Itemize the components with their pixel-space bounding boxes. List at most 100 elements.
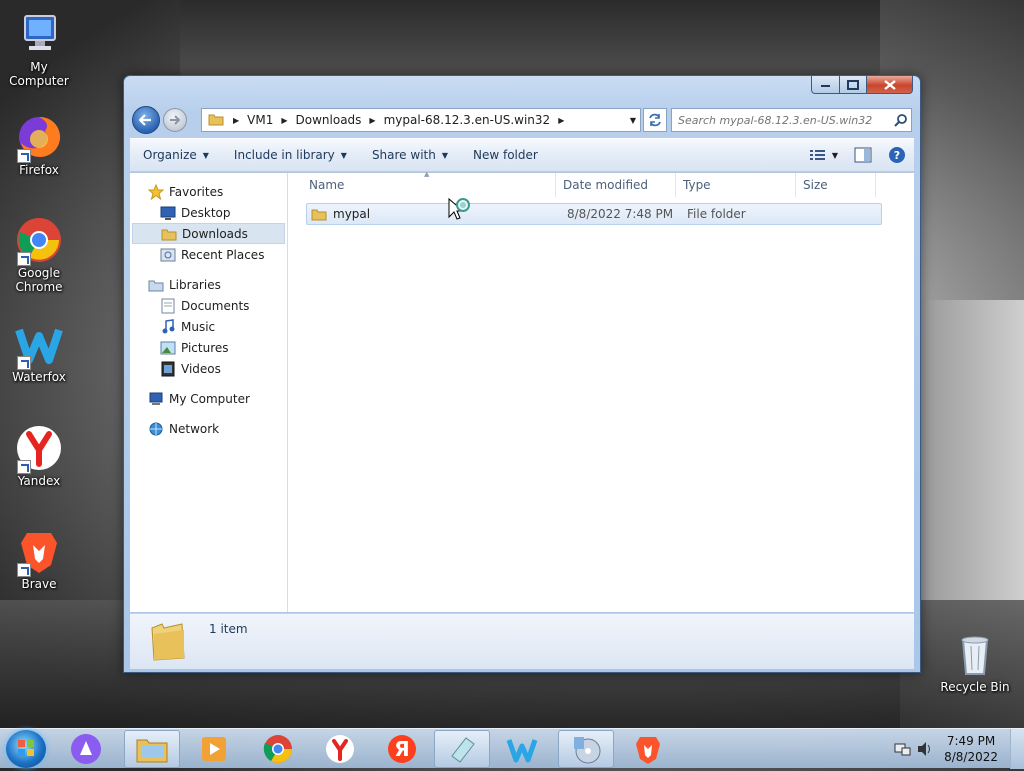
preview-pane-button[interactable] xyxy=(846,147,880,163)
recent-places-icon xyxy=(160,247,176,263)
command-bar: Organize ▼ Include in library ▼ Share wi… xyxy=(130,138,914,171)
breadcrumb-downloads[interactable]: Downloads xyxy=(293,113,365,127)
taskbar-yandex[interactable]: Я xyxy=(374,730,430,768)
clock[interactable]: 7:49 PM 8/8/2022 xyxy=(944,733,998,765)
maximize-button[interactable] xyxy=(840,76,867,94)
desktop-icon-firefox[interactable]: Firefox xyxy=(1,113,77,177)
caret-down-icon: ▼ xyxy=(202,150,209,160)
nav-label: Downloads xyxy=(182,226,248,241)
back-button[interactable] xyxy=(132,106,160,134)
title-bar[interactable] xyxy=(124,76,920,102)
pictures-icon xyxy=(160,340,176,356)
desktop-icon-label: Google Chrome xyxy=(15,266,63,294)
taskbar-alice[interactable] xyxy=(58,730,114,768)
network-tray-icon[interactable] xyxy=(894,741,912,760)
nav-label: Favorites xyxy=(169,184,224,199)
column-date-modified[interactable]: Date modified xyxy=(556,173,676,197)
shortcut-arrow-icon xyxy=(17,563,31,577)
column-size[interactable]: Size xyxy=(796,173,876,197)
nav-downloads[interactable]: Downloads xyxy=(132,223,285,244)
details-view-icon xyxy=(809,150,825,160)
include-in-library-button[interactable]: Include in library ▼ xyxy=(221,148,359,162)
column-type[interactable]: Type xyxy=(676,173,796,197)
taskbar-notepad[interactable] xyxy=(434,730,490,768)
shortcut-arrow-icon xyxy=(17,252,31,266)
nav-recent-places[interactable]: Recent Places xyxy=(130,244,287,265)
desktop-icon-my-computer[interactable]: My Computer xyxy=(1,10,77,88)
sort-up-icon: ▲ xyxy=(424,170,430,178)
new-folder-button[interactable]: New folder xyxy=(460,148,550,162)
taskbar-waterfox[interactable] xyxy=(494,730,550,768)
breadcrumb-arrow-icon[interactable]: ▶ xyxy=(558,116,564,125)
nav-label: Recent Places xyxy=(181,247,265,262)
breadcrumb-arrow-icon[interactable]: ▶ xyxy=(233,116,239,125)
taskbar-disc-utility[interactable] xyxy=(558,730,614,768)
desktop-icon-label: Yandex xyxy=(17,474,61,488)
caret-down-icon: ▼ xyxy=(441,150,448,160)
breadcrumb-arrow-icon[interactable]: ▶ xyxy=(281,116,287,125)
maximize-icon xyxy=(847,79,859,90)
taskbar-file-explorer[interactable] xyxy=(124,730,180,768)
nav-music[interactable]: Music xyxy=(130,316,287,337)
navigation-pane: Favorites Desktop Downloads Recent Place… xyxy=(130,173,288,612)
file-name: mypal xyxy=(333,207,371,221)
arrow-left-icon xyxy=(139,114,151,126)
brave-icon xyxy=(15,527,63,577)
organize-button[interactable]: Organize ▼ xyxy=(130,148,221,162)
search-input[interactable] xyxy=(672,112,891,128)
yandex-icon: Я xyxy=(388,735,416,763)
svg-text:Я: Я xyxy=(394,737,409,761)
refresh-button[interactable] xyxy=(643,108,667,132)
media-player-icon xyxy=(202,737,226,761)
volume-icon[interactable] xyxy=(916,741,934,760)
breadcrumb-current-folder[interactable]: mypal-68.12.3.en-US.win32 xyxy=(381,113,554,127)
taskbar-media-player[interactable] xyxy=(186,730,242,768)
libraries-icon xyxy=(148,277,164,293)
notepad-icon xyxy=(451,737,475,763)
file-date-modified: 8/8/2022 7:48 PM xyxy=(567,207,674,221)
desktop-icon-chrome[interactable]: Google Chrome xyxy=(1,216,77,294)
desktop-icon-yandex[interactable]: Yandex xyxy=(1,424,77,488)
nav-my-computer[interactable]: My Computer xyxy=(130,388,287,409)
show-desktop-button[interactable] xyxy=(1010,729,1024,769)
nav-documents[interactable]: Documents xyxy=(130,295,287,316)
taskbar-chrome[interactable] xyxy=(250,730,306,768)
nav-desktop[interactable]: Desktop xyxy=(130,202,287,223)
nav-libraries[interactable]: Libraries xyxy=(130,274,287,295)
arrow-right-icon xyxy=(170,115,181,125)
waterfox-icon xyxy=(506,739,538,763)
shortcut-arrow-icon xyxy=(17,356,31,370)
breadcrumb-vm1[interactable]: VM1 xyxy=(244,113,276,127)
forward-button[interactable] xyxy=(163,108,187,132)
network-icon xyxy=(148,421,164,437)
minimize-icon xyxy=(820,84,830,87)
address-dropdown-icon[interactable]: ▼ xyxy=(626,116,640,125)
help-button[interactable]: ? xyxy=(880,146,914,164)
refresh-icon xyxy=(649,113,661,127)
breadcrumb-arrow-icon[interactable]: ▶ xyxy=(369,116,375,125)
close-icon xyxy=(883,79,896,90)
nav-label: Desktop xyxy=(181,205,231,220)
search-icon[interactable] xyxy=(891,113,911,127)
nav-videos[interactable]: Videos xyxy=(130,358,287,379)
desktop-icon-waterfox[interactable]: Waterfox xyxy=(1,320,77,384)
nav-favorites[interactable]: Favorites xyxy=(130,181,287,202)
nav-network[interactable]: Network xyxy=(130,418,287,439)
desktop-icon-brave[interactable]: Brave xyxy=(1,527,77,591)
explorer-window: ▶ VM1 ▶ Downloads ▶ mypal-68.12.3.en-US.… xyxy=(123,75,921,673)
file-row[interactable]: mypal 8/8/2022 7:48 PM File folder xyxy=(306,203,882,225)
desktop-icon-label: My Computer xyxy=(9,60,69,88)
chrome-icon xyxy=(15,216,63,266)
start-button[interactable] xyxy=(6,730,46,768)
taskbar-yandex-browser[interactable] xyxy=(312,730,368,768)
taskbar-brave[interactable] xyxy=(620,730,676,768)
desktop-icon-recycle-bin[interactable]: Recycle Bin xyxy=(937,630,1013,694)
nav-pictures[interactable]: Pictures xyxy=(130,337,287,358)
system-tray: 7:49 PM 8/8/2022 xyxy=(884,729,1024,769)
address-bar[interactable]: ▶ VM1 ▶ Downloads ▶ mypal-68.12.3.en-US.… xyxy=(201,108,641,132)
minimize-button[interactable] xyxy=(811,76,840,94)
close-button[interactable] xyxy=(867,76,913,94)
change-view-button[interactable]: ▼ xyxy=(802,149,846,161)
nav-buttons xyxy=(132,106,192,134)
share-with-button[interactable]: Share with ▼ xyxy=(359,148,460,162)
